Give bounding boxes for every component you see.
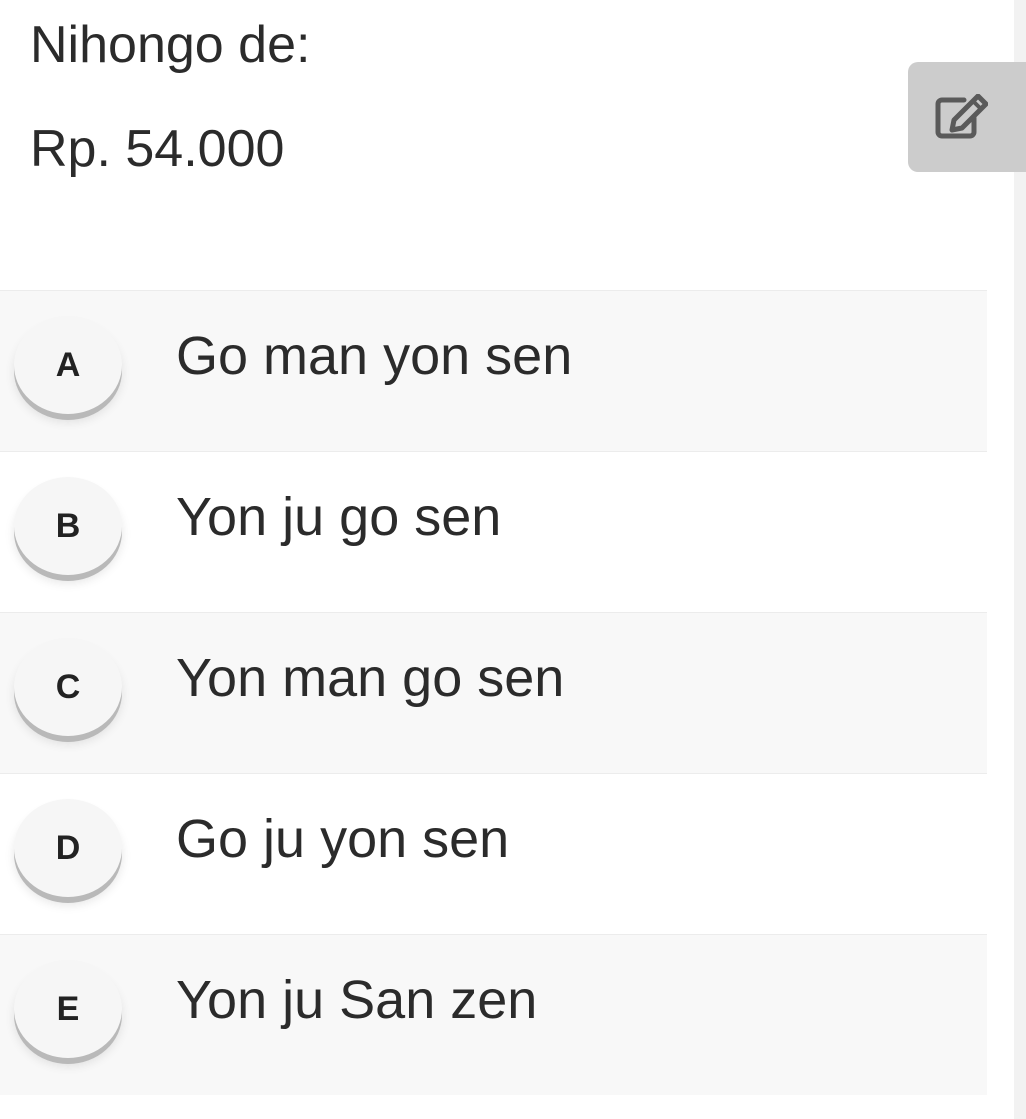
option-letter-badge: B [14,477,122,575]
option-text: Yon ju go sen [176,487,502,547]
option-text: Go man yon sen [176,326,573,386]
option-b[interactable]: B Yon ju go sen [0,451,987,612]
edit-button[interactable] [908,62,1026,172]
option-e[interactable]: E Yon ju San zen [0,934,987,1095]
option-letter-badge: C [14,638,122,736]
option-a[interactable]: A Go man yon sen [0,290,987,451]
option-text: Yon man go sen [176,648,565,708]
option-letter-badge: A [14,316,122,414]
option-text: Go ju yon sen [176,809,510,869]
option-text: Yon ju San zen [176,970,538,1030]
option-d[interactable]: D Go ju yon sen [0,773,987,934]
question-value: Rp. 54.000 [30,120,285,178]
answer-options: A Go man yon sen B Yon ju go sen C Yon m… [0,290,987,1095]
option-letter-badge: D [14,799,122,897]
quiz-page: Nihongo de: Rp. 54.000 A Go man yon sen … [0,0,1026,1119]
question-prompt: Nihongo de: [30,16,311,74]
option-c[interactable]: C Yon man go sen [0,612,987,773]
edit-icon [934,94,988,140]
option-letter-badge: E [14,960,122,1058]
